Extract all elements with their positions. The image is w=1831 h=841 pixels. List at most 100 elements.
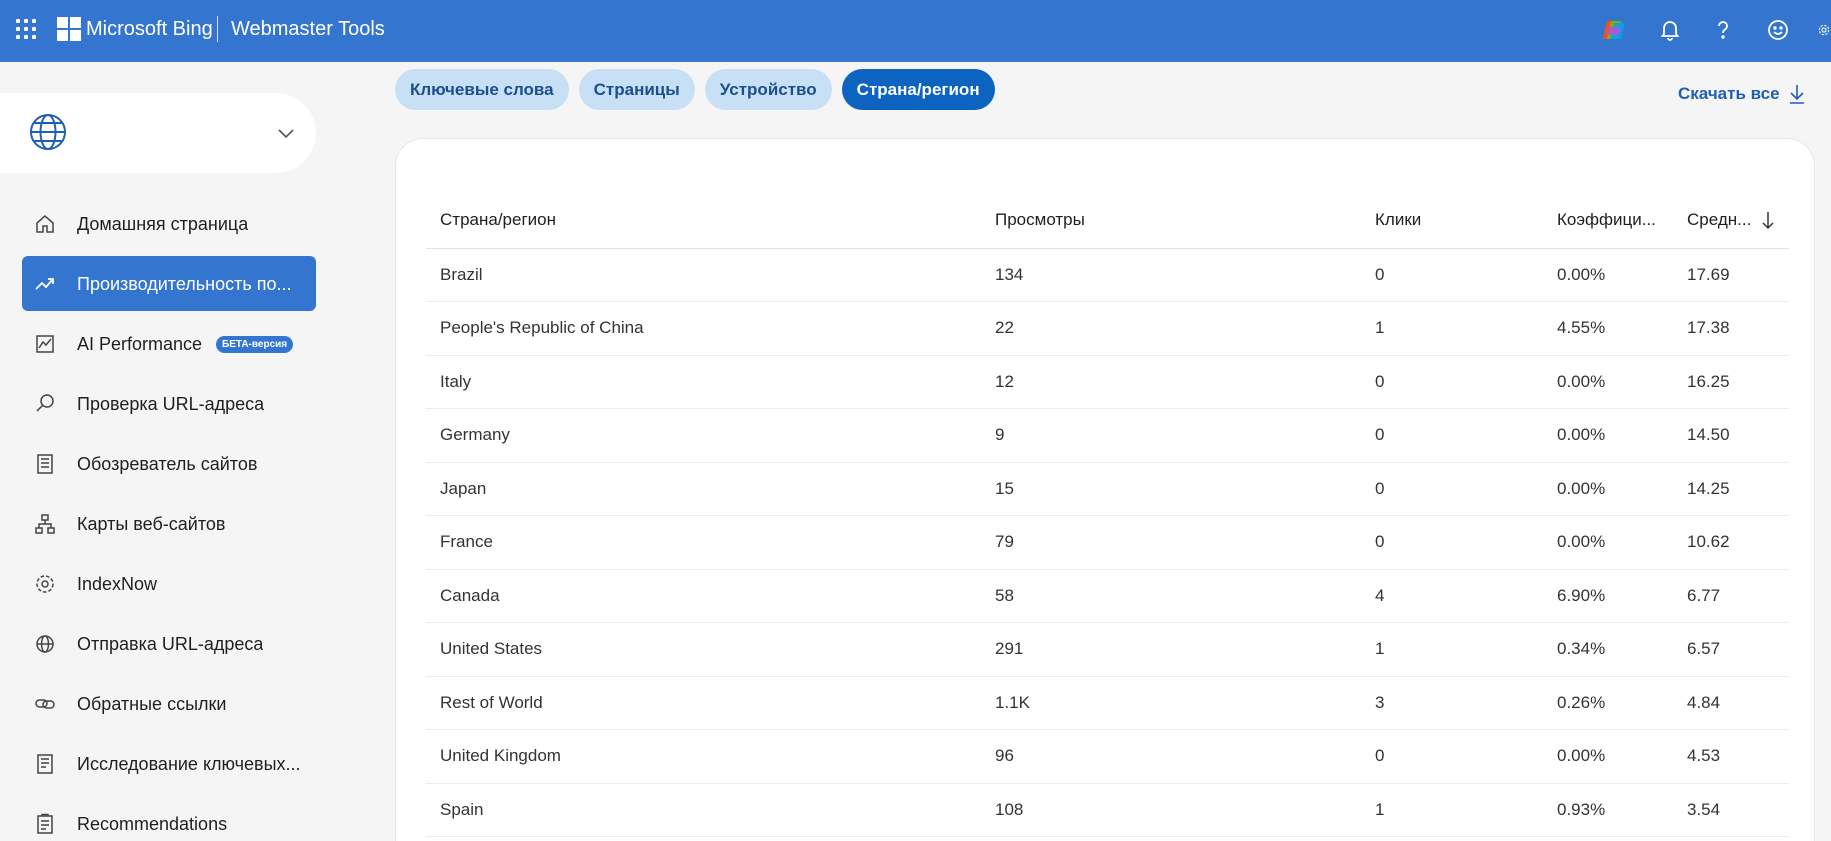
column-header-country[interactable]: Страна/регион <box>426 192 981 249</box>
search-icon <box>34 393 56 415</box>
table-row[interactable]: United States 291 1 0.34% 6.57 <box>426 622 1789 677</box>
column-header-avg-position[interactable]: Средн... <box>1673 192 1789 249</box>
sidebar-item-recommendations[interactable]: Recommendations <box>22 796 316 841</box>
cell-impressions: 108 <box>981 783 1361 837</box>
country-region-table: Страна/регион Просмотры Клики Коэффици..… <box>426 192 1789 837</box>
sidebar-item-site-explorer[interactable]: Обозреватель сайтов <box>22 436 316 491</box>
download-arrow-icon <box>1789 85 1804 104</box>
copilot-icon[interactable] <box>1600 16 1628 44</box>
table-row[interactable]: France 79 0 0.00% 10.62 <box>426 515 1789 570</box>
cell-country: Japan <box>426 462 981 516</box>
cell-country: People's Republic of China <box>426 301 981 356</box>
site-selector[interactable] <box>0 93 316 173</box>
column-header-impressions[interactable]: Просмотры <box>981 192 1361 249</box>
document-icon <box>34 753 56 775</box>
cell-clicks: 1 <box>1361 301 1543 356</box>
link-icon <box>34 693 56 715</box>
cell-clicks: 0 <box>1361 462 1543 516</box>
sitemap-icon <box>34 513 56 535</box>
sidebar-item-label: Проверка URL-адреса <box>77 394 265 414</box>
cell-impressions: 79 <box>981 515 1361 570</box>
cell-country: United States <box>426 622 981 677</box>
feedback-smiley-icon[interactable] <box>1764 16 1792 44</box>
table-row[interactable]: People's Republic of China 22 1 4.55% 17.38 <box>426 301 1789 356</box>
sidebar-item-label: IndexNow <box>77 574 158 594</box>
sidebar-item-sitemaps[interactable]: Карты веб-сайтов <box>22 496 316 551</box>
cell-avg-position: 4.53 <box>1673 729 1789 784</box>
tab-pages[interactable]: Страницы <box>578 69 695 110</box>
cell-clicks: 4 <box>1361 569 1543 623</box>
table-row[interactable]: United Kingdom 96 0 0.00% 4.53 <box>426 729 1789 784</box>
tab-keywords[interactable]: Ключевые слова <box>395 69 569 110</box>
table-row[interactable]: Brazil 134 0 0.00% 17.69 <box>426 248 1789 302</box>
table-row[interactable]: Germany 9 0 0.00% 14.50 <box>426 408 1789 463</box>
cell-clicks: 3 <box>1361 676 1543 730</box>
cell-ctr: 6.90% <box>1543 569 1673 623</box>
report-tabs: Ключевые слова Страницы Устройство Стран… <box>395 69 1005 110</box>
tab-country-region[interactable]: Страна/регион <box>841 69 995 110</box>
beta-badge: БЕТА-версия <box>216 336 294 353</box>
sidebar-nav: Домашняя страница Производительность по.… <box>22 196 316 841</box>
globe-icon <box>28 112 68 152</box>
cell-country: Rest of World <box>426 676 981 730</box>
sidebar-item-ai-performance[interactable]: AI Performance БЕТА-версия <box>22 316 316 371</box>
sidebar-item-url-submission[interactable]: Отправка URL-адреса <box>22 616 316 671</box>
sidebar-item-label: Домашняя страница <box>77 214 249 234</box>
cell-ctr: 0.00% <box>1543 462 1673 516</box>
cell-ctr: 0.26% <box>1543 676 1673 730</box>
app-launcher-icon[interactable] <box>14 17 38 41</box>
sidebar-item-label: Обратные ссылки <box>77 694 227 714</box>
cell-impressions: 134 <box>981 248 1361 302</box>
sort-descending-arrow-icon[interactable] <box>1761 210 1775 230</box>
country-table-card: Страна/регион Просмотры Клики Коэффици..… <box>395 138 1815 841</box>
sidebar-item-label: AI Performance <box>77 334 203 354</box>
document-icon <box>34 453 56 475</box>
cell-avg-position: 6.77 <box>1673 569 1789 623</box>
product-name[interactable]: Webmaster Tools <box>231 18 385 41</box>
sidebar-item-label: Карты веб-сайтов <box>77 514 226 534</box>
cell-ctr: 0.00% <box>1543 408 1673 463</box>
download-all-button[interactable]: Скачать все <box>1678 83 1806 105</box>
sidebar-item-home[interactable]: Домашняя страница <box>22 196 316 251</box>
cell-impressions: 12 <box>981 355 1361 409</box>
sidebar-item-label: Отправка URL-адреса <box>77 634 264 654</box>
cell-ctr: 0.34% <box>1543 622 1673 677</box>
download-all-label: Скачать все <box>1678 84 1780 103</box>
column-header-clicks[interactable]: Клики <box>1361 192 1543 249</box>
column-header-label: Средн... <box>1687 209 1752 229</box>
tab-device[interactable]: Устройство <box>704 69 832 110</box>
brand-divider <box>217 16 218 42</box>
cell-avg-position: 6.57 <box>1673 622 1789 677</box>
cell-avg-position: 14.50 <box>1673 408 1789 463</box>
sidebar-item-label: Обозреватель сайтов <box>77 454 258 474</box>
sidebar-item-keyword-research[interactable]: Исследование ключевых... <box>22 736 316 791</box>
sidebar-item-indexnow[interactable]: IndexNow <box>22 556 316 611</box>
sidebar-item-backlinks[interactable]: Обратные ссылки <box>22 676 316 731</box>
table-row[interactable]: Canada 58 4 6.90% 6.77 <box>426 569 1789 623</box>
cell-country: United Kingdom <box>426 729 981 784</box>
cell-ctr: 0.93% <box>1543 783 1673 837</box>
sidebar-item-url-inspection[interactable]: Проверка URL-адреса <box>22 376 316 431</box>
cell-impressions: 96 <box>981 729 1361 784</box>
help-icon[interactable] <box>1709 16 1737 44</box>
cell-country: Canada <box>426 569 981 623</box>
sidebar-item-performance[interactable]: Производительность по... <box>22 256 316 311</box>
table-row[interactable]: Spain 108 1 0.93% 3.54 <box>426 783 1789 837</box>
cell-impressions: 9 <box>981 408 1361 463</box>
cell-impressions: 15 <box>981 462 1361 516</box>
column-header-ctr[interactable]: Коэффици... <box>1543 192 1673 249</box>
cell-avg-position: 14.25 <box>1673 462 1789 516</box>
chevron-down-icon[interactable] <box>274 121 298 145</box>
cell-avg-position: 16.25 <box>1673 355 1789 409</box>
home-icon <box>34 213 56 235</box>
table-row[interactable]: Italy 12 0 0.00% 16.25 <box>426 355 1789 409</box>
settings-gear-icon[interactable] <box>1817 16 1831 44</box>
table-row[interactable]: Rest of World 1.1K 3 0.26% 4.84 <box>426 676 1789 730</box>
cell-country: Brazil <box>426 248 981 302</box>
notifications-bell-icon[interactable] <box>1656 16 1684 44</box>
table-row[interactable]: Japan 15 0 0.00% 14.25 <box>426 462 1789 516</box>
cell-clicks: 0 <box>1361 408 1543 463</box>
brand-name[interactable]: Microsoft Bing <box>86 18 213 41</box>
globe-icon <box>34 633 56 655</box>
cell-ctr: 0.00% <box>1543 515 1673 570</box>
